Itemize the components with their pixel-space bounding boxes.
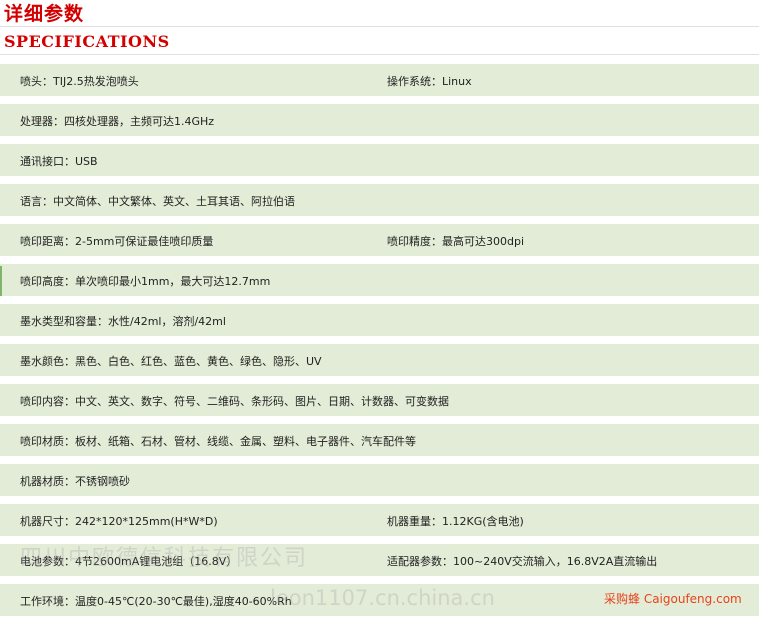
spec-left: 喷印材质：板材、纸箱、石材、管材、线缆、金属、塑料、电子器件、汽车配件等 xyxy=(20,435,416,448)
spec-left: 喷印内容：中文、英文、数字、符号、二维码、条形码、图片、日期、计数器、可变数据 xyxy=(20,395,449,408)
spec-left: 机器尺寸：242*120*125mm(H*W*D) xyxy=(20,515,218,528)
brand-watermark: 采购蜂 Caigoufeng.com xyxy=(604,592,742,606)
section-title-en: SPECIFICATIONS xyxy=(4,32,170,51)
spec-row: 处理器：四核处理器，主频可达1.4GHz xyxy=(0,104,759,144)
spec-row: 喷印高度：单次喷印最小1mm，最大可达12.7mm xyxy=(0,264,759,304)
spec-row: 喷头：TIJ2.5热发泡喷头 操作系统：Linux xyxy=(0,64,759,104)
spec-left: 机器材质：不锈钢喷砂 xyxy=(20,475,130,488)
spec-right: 机器重量：1.12KG(含电池) xyxy=(387,515,524,528)
spec-left: 工作环境：温度0-45℃(20-30℃最佳),湿度40-60%Rh xyxy=(20,595,292,608)
divider xyxy=(0,54,759,55)
spec-row: 喷印距离：2-5mm可保证最佳喷印质量 喷印精度：最高可达300dpi xyxy=(0,224,759,264)
spec-left: 墨水颜色：黑色、白色、红色、蓝色、黄色、绿色、隐形、UV xyxy=(20,355,322,368)
spec-row: 墨水类型和容量：水性/42ml，溶剂/42ml xyxy=(0,304,759,344)
spec-row: 语言：中文简体、中文繁体、英文、土耳其语、阿拉伯语 xyxy=(0,184,759,224)
section-title-cn: 详细参数 xyxy=(4,3,85,25)
spec-left: 语言：中文简体、中文繁体、英文、土耳其语、阿拉伯语 xyxy=(20,195,295,208)
spec-left: 喷印高度：单次喷印最小1mm，最大可达12.7mm xyxy=(20,275,271,288)
site-watermark: leon1107.cn.china.cn xyxy=(270,586,495,610)
row-marker xyxy=(0,266,2,296)
spec-left: 喷头：TIJ2.5热发泡喷头 xyxy=(20,75,139,88)
spec-row: 机器材质：不锈钢喷砂 xyxy=(0,464,759,504)
spec-row: 喷印内容：中文、英文、数字、符号、二维码、条形码、图片、日期、计数器、可变数据 xyxy=(0,384,759,424)
divider xyxy=(0,26,759,27)
spec-right: 操作系统：Linux xyxy=(387,75,472,88)
spec-right: 适配器参数：100~240V交流输入，16.8V2A直流输出 xyxy=(387,555,658,568)
spec-left: 通讯接口：USB xyxy=(20,155,98,168)
spec-left: 喷印距离：2-5mm可保证最佳喷印质量 xyxy=(20,235,214,248)
spec-row: 墨水颜色：黑色、白色、红色、蓝色、黄色、绿色、隐形、UV xyxy=(0,344,759,384)
spec-row: 通讯接口：USB xyxy=(0,144,759,184)
spec-row: 喷印材质：板材、纸箱、石材、管材、线缆、金属、塑料、电子器件、汽车配件等 xyxy=(0,424,759,464)
spec-right: 喷印精度：最高可达300dpi xyxy=(387,235,525,248)
spec-row: 机器尺寸：242*120*125mm(H*W*D) 机器重量：1.12KG(含电… xyxy=(0,504,759,544)
company-watermark: 四川中欧德信科技有限公司 xyxy=(20,546,309,571)
spec-left: 墨水类型和容量：水性/42ml，溶剂/42ml xyxy=(20,315,226,328)
spec-left: 处理器：四核处理器，主频可达1.4GHz xyxy=(20,115,215,128)
